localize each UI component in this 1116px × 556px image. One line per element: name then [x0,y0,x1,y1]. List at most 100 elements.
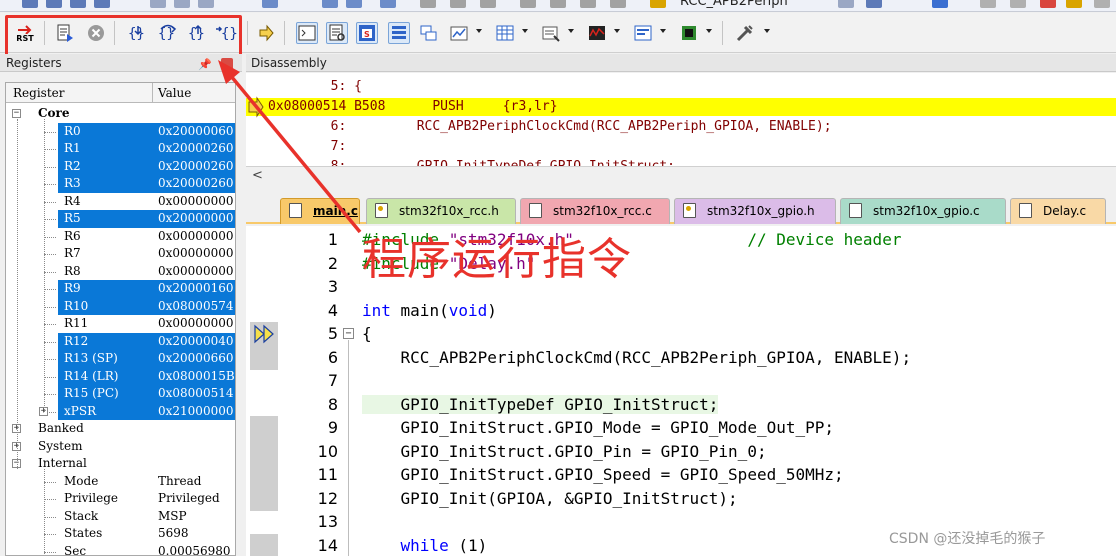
copy-icon[interactable] [174,0,190,8]
disassembly-line[interactable]: 7: [246,138,1116,156]
nav-forward-icon[interactable] [346,0,362,8]
step-over-button[interactable]: {} [157,22,179,44]
combo-dropdown-icon[interactable] [838,0,854,8]
save-all-icon[interactable] [94,0,110,8]
register-row[interactable]: R15 (PC) 0x08000514 [6,385,235,403]
register-row[interactable]: R5 0x20000000 [6,210,235,228]
register-row[interactable]: R13 (SP) 0x20000660 [6,350,235,368]
symbols-window-button[interactable]: S [356,22,378,44]
toolbox-button[interactable] [734,22,756,44]
indent-icon[interactable] [520,0,536,8]
disassembly-hscroll[interactable]: < [246,166,1116,186]
debug-zoom-icon[interactable] [932,0,948,8]
stop-button[interactable] [85,22,107,44]
insert-icon[interactable] [866,0,882,8]
show-next-statement-button[interactable] [255,22,277,44]
group-banked[interactable]: Banked [6,420,235,438]
record-icon[interactable] [980,0,996,8]
breakpoint-icon[interactable] [1040,0,1056,8]
undo-icon[interactable] [262,0,278,8]
column-value[interactable]: Value [158,86,191,100]
analysis-window-button[interactable] [586,22,608,44]
open-file-icon[interactable] [46,0,62,8]
run-to-cursor-button[interactable]: {} [215,22,237,44]
bookmark-prev-icon[interactable] [420,0,436,8]
disassembly-line[interactable]: 8: GPIO_InitTypeDef GPIO_InitStruct; [246,158,1116,166]
serial-window-button[interactable] [540,22,562,44]
scroll-left-icon[interactable]: < [252,168,263,183]
bookmark-next-icon[interactable] [450,0,466,8]
target-combobox[interactable]: RCC_APB2Periph [680,0,788,9]
tab-stm32f10x_rcc-h[interactable]: stm32f10x_rcc.h [366,198,516,224]
register-row[interactable]: R11 0x00000000 [6,315,235,333]
register-row[interactable]: xPSR 0x21000000 [6,402,235,420]
register-row[interactable]: Stack MSP [6,508,235,526]
find-in-files-icon[interactable] [650,0,666,8]
options-icon[interactable] [1066,0,1082,8]
run-button[interactable] [54,22,76,44]
comment-icon[interactable] [580,0,596,8]
code-line[interactable]: 10 GPIO_InitStruct.GPIO_Pin = GPIO_Pin_0… [246,440,1116,464]
code-line[interactable]: 8 GPIO_InitTypeDef GPIO_InitStruct; [246,393,1116,417]
nav-back-icon[interactable] [322,0,338,8]
register-row[interactable]: R6 0x00000000 [6,228,235,246]
register-row[interactable]: Sec 0.00056980 [6,543,235,556]
step-out-button[interactable]: {} [187,22,209,44]
register-row[interactable]: R9 0x20000160 [6,280,235,298]
current-instruction-line[interactable]: 0x08000514 B508 PUSH {r3,lr} [246,98,1116,116]
bookmark-icon[interactable] [380,0,396,8]
tab-stm32f10x_gpio-c[interactable]: stm32f10x_gpio.c [840,198,1006,224]
group-core[interactable]: Core [6,105,235,123]
disassembly-line[interactable]: 6: RCC_APB2PeriphClockCmd(RCC_APB2Periph… [246,118,1116,136]
unindent-icon[interactable] [550,0,566,8]
code-line[interactable]: 7 [246,369,1116,393]
watch-window-button[interactable] [448,22,470,44]
code-line[interactable]: 9 GPIO_InitStruct.GPIO_Mode = GPIO_Mode_… [246,416,1116,440]
call-stack-button[interactable] [418,22,440,44]
memory-window-button[interactable] [494,22,516,44]
trace-window-button[interactable] [632,22,654,44]
pin-icon[interactable]: 📌 [198,58,212,71]
code-line[interactable]: 6 RCC_APB2PeriphClockCmd(RCC_APB2Periph_… [246,346,1116,370]
close-panel-icon[interactable] [221,58,233,70]
registers-window-button[interactable] [388,22,410,44]
register-row[interactable]: R0 0x20000060 [6,122,235,140]
column-register[interactable]: Register [13,86,64,100]
group-system[interactable]: System [6,438,235,456]
tab-stm32f10x_rcc-c[interactable]: stm32f10x_rcc.c [520,198,670,224]
register-row[interactable]: R1 0x20000260 [6,140,235,158]
register-row[interactable]: R8 0x00000000 [6,263,235,281]
disassembly-window-button[interactable] [326,22,348,44]
register-row[interactable]: States 5698 [6,525,235,543]
register-row[interactable]: R14 (LR) 0x0800015B [6,367,235,385]
command-window-button[interactable] [296,22,318,44]
tab-main-c[interactable]: main.c [280,198,360,224]
step-into-button[interactable]: {} [127,22,149,44]
group-internal[interactable]: Internal [6,455,235,473]
register-row[interactable]: Privilege Privileged [6,490,235,508]
save-icon[interactable] [70,0,86,8]
stop-record-icon[interactable] [1010,0,1026,8]
tab-stm32f10x_gpio-h[interactable]: stm32f10x_gpio.h [674,198,836,224]
paste-icon[interactable] [198,0,214,8]
register-row[interactable]: Mode Thread [6,473,235,491]
uncomment-icon[interactable] [610,0,626,8]
register-row[interactable]: R12 0x20000040 [6,332,235,350]
register-row[interactable]: R10 0x08000574 [6,297,235,315]
disassembly-line[interactable]: 5: { [246,78,1116,96]
bookmark-clear-icon[interactable] [480,0,496,8]
system-viewer-button[interactable] [678,22,700,44]
code-line[interactable]: 11 GPIO_InitStruct.GPIO_Speed = GPIO_Spe… [246,463,1116,487]
register-row[interactable]: R3 0x20000260 [6,175,235,193]
cut-icon[interactable] [150,0,166,8]
code-line[interactable]: 12 GPIO_Init(GPIOA, &GPIO_InitStruct); [246,487,1116,511]
extra-icon[interactable] [1094,0,1110,8]
register-row[interactable]: R7 0x00000000 [6,245,235,263]
new-file-icon[interactable] [22,0,38,8]
code-line[interactable]: 5{ [246,322,1116,346]
register-row[interactable]: R4 0x00000000 [6,193,235,211]
tab-Delay-c[interactable]: Delay.c [1010,198,1106,224]
code-line[interactable]: 4 int main(void) [246,299,1116,323]
reset-button[interactable]: RST [14,22,36,44]
register-row[interactable]: R2 0x20000260 [6,157,235,175]
